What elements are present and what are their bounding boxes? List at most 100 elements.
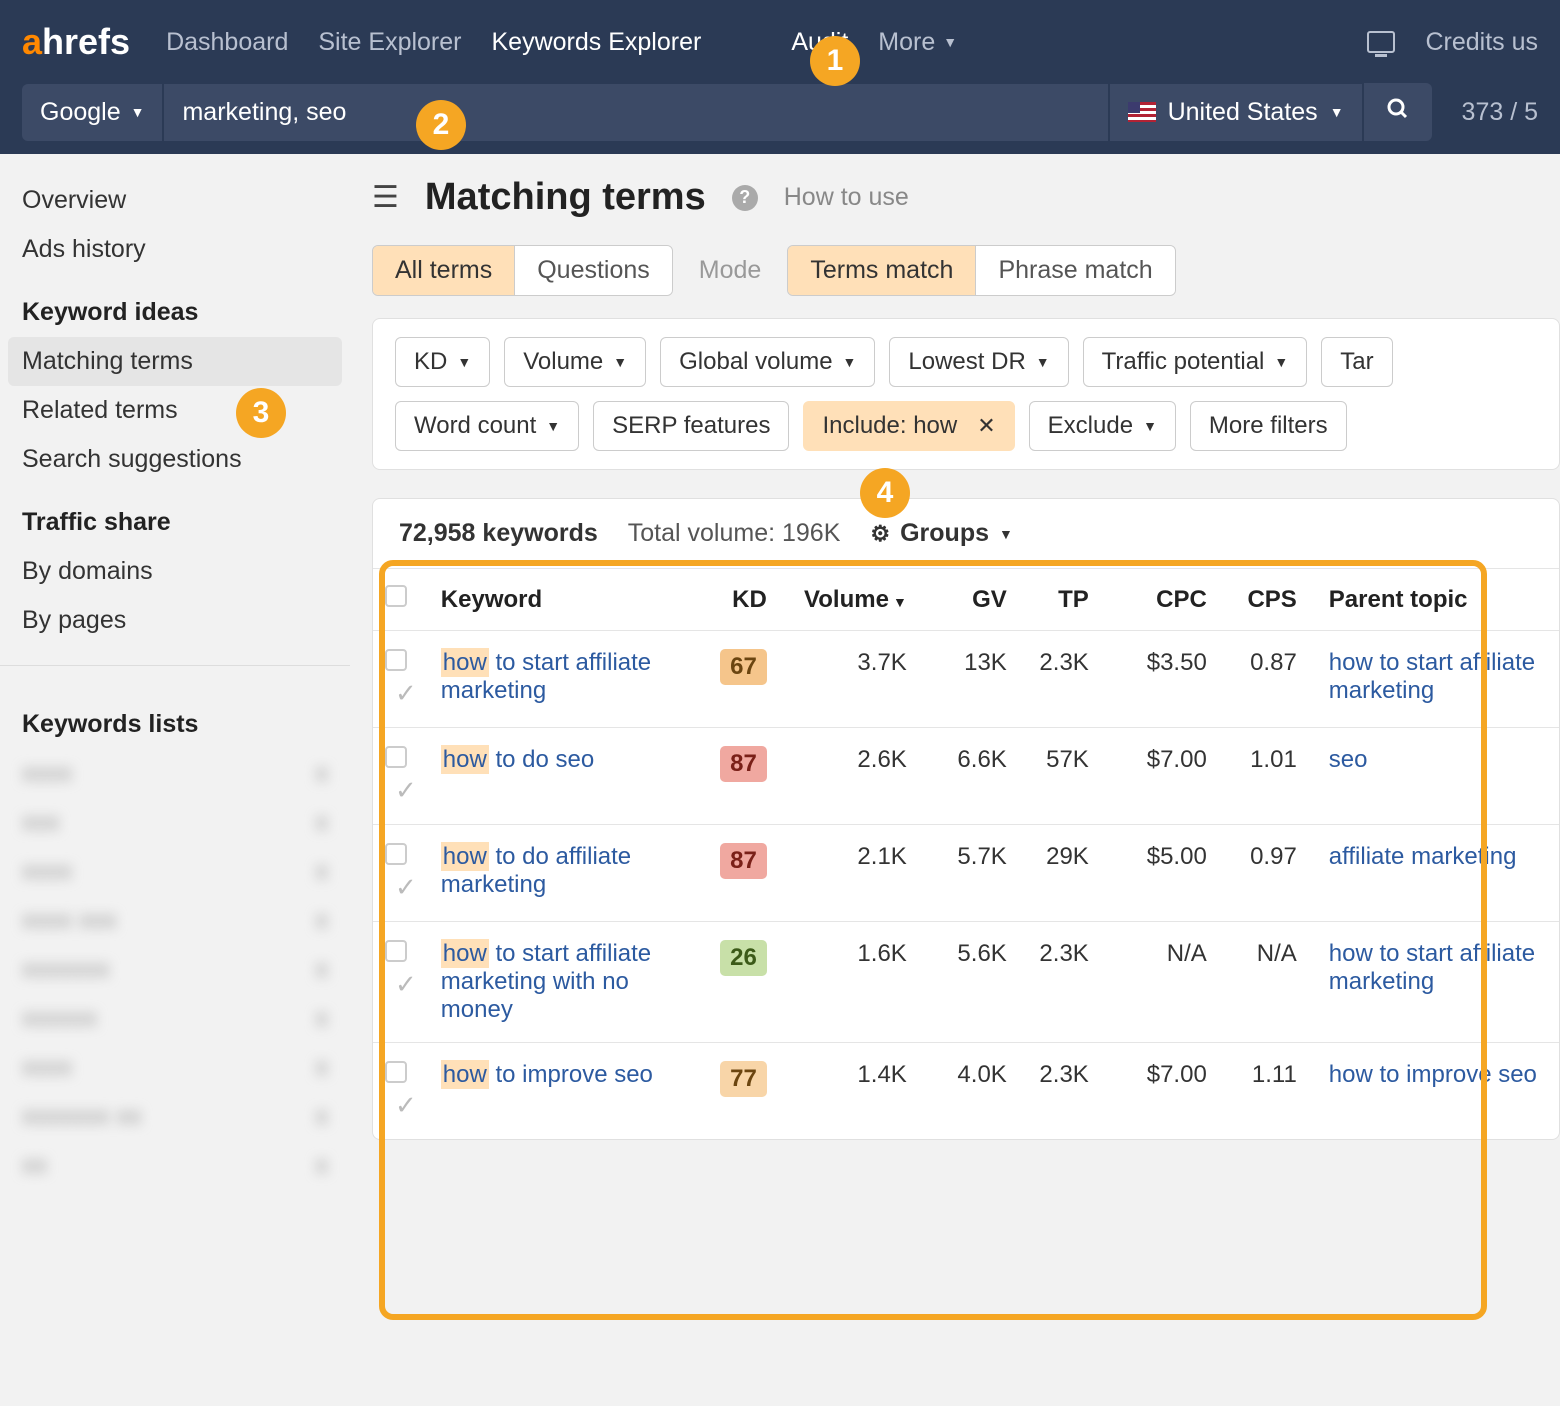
col-gv[interactable]: GV [919,569,1019,631]
row-checkbox[interactable] [385,746,407,768]
menu-icon[interactable]: ☰ [372,180,399,215]
filter-traffic-potential[interactable]: Traffic potential▼ [1083,337,1308,387]
tab-questions[interactable]: Questions [515,246,672,295]
sidebar-search-suggestions[interactable]: Search suggestions [0,435,350,484]
filter-volume-label: Volume [523,348,603,376]
table-row: ✓how to do affiliate marketing872.1K5.7K… [373,825,1559,922]
sidebar-by-pages[interactable]: By pages [0,596,350,645]
filter-target[interactable]: Tar [1321,337,1392,387]
parent-cell[interactable]: seo [1309,728,1559,825]
kd-badge: 87 [720,843,767,879]
cps-cell: 1.01 [1219,728,1309,825]
filter-global-volume[interactable]: Global volume▼ [660,337,875,387]
cps-cell: N/A [1219,922,1309,1043]
filter-lowest-dr[interactable]: Lowest DR▼ [889,337,1068,387]
search-engine-label: Google [40,98,121,127]
filter-more[interactable]: More filters [1190,401,1347,451]
tab-phrase-match[interactable]: Phrase match [976,246,1174,295]
sort-desc-icon: ▼ [893,594,907,610]
tab-all-terms[interactable]: All terms [373,246,515,295]
cpc-cell: $3.50 [1119,631,1219,728]
col-keyword[interactable]: Keyword [429,569,699,631]
results-count: 72,958 keywords [399,519,598,548]
keyword-cell[interactable]: how to improve seo [429,1043,699,1140]
row-checkbox[interactable] [385,843,407,865]
col-tp[interactable]: TP [1019,569,1119,631]
nav-more[interactable]: More ▼ [878,28,957,57]
close-icon[interactable]: ✕ [977,413,995,439]
content: ☰ Matching terms ? How to use All terms … [350,154,1560,1212]
nav-keywords-explorer[interactable]: Keywords Explorer [492,28,702,57]
how-to-use-link[interactable]: How to use [784,183,909,212]
country-select[interactable]: United States ▼ [1110,84,1362,141]
row-checkbox[interactable] [385,1061,407,1083]
groups-button[interactable]: ⚙ Groups ▼ [870,519,1013,548]
nav-site-explorer[interactable]: Site Explorer [318,28,461,57]
cpc-cell: N/A [1119,922,1219,1043]
search-engine-select[interactable]: Google ▼ [22,84,162,141]
filter-volume[interactable]: Volume▼ [504,337,646,387]
filter-kd[interactable]: KD ▼ [395,337,490,387]
sidebar-by-domains[interactable]: By domains [0,547,350,596]
credits-label[interactable]: Credits us [1425,28,1538,57]
tab-terms-match[interactable]: Terms match [788,246,976,295]
keyword-cell[interactable]: how to start affiliate marketing with no… [429,922,699,1043]
chevron-down-icon: ▼ [1330,104,1344,120]
gv-cell: 4.0K [919,1043,1019,1140]
filter-kd-label: KD [414,348,447,376]
kd-badge: 67 [720,649,767,685]
filter-exclude-label: Exclude [1048,412,1133,440]
cps-cell: 0.97 [1219,825,1309,922]
keyword-table: Keyword KD Volume▼ GV TP CPC CPS Parent … [373,568,1559,1139]
sidebar-ads-history[interactable]: Ads history [0,225,350,274]
check-icon: ✓ [395,1090,417,1120]
keyword-cell[interactable]: how to do affiliate marketing [429,825,699,922]
chevron-down-icon: ▼ [546,418,560,434]
filter-include-how[interactable]: Include: how ✕ [803,401,1014,451]
parent-cell[interactable]: how to improve seo [1309,1043,1559,1140]
col-volume-label: Volume [804,586,889,613]
row-checkbox[interactable] [385,649,407,671]
parent-cell[interactable]: affiliate marketing [1309,825,1559,922]
chevron-down-icon: ▼ [999,526,1013,542]
keyword-highlight: how [441,1060,489,1089]
chevron-down-icon: ▼ [457,354,471,370]
us-flag-icon [1128,102,1156,122]
keyword-input[interactable]: marketing, seo [164,84,1107,141]
filter-exclude[interactable]: Exclude▼ [1029,401,1176,451]
filter-gv-label: Global volume [679,348,832,376]
filters-panel: KD▼ Volume▼ Global volume▼ Lowest DR▼ Tr… [372,318,1560,470]
monitor-icon[interactable] [1367,31,1395,53]
filter-serp-features[interactable]: SERP features [593,401,789,451]
col-cpc[interactable]: CPC [1119,569,1219,631]
sidebar-heading-ideas: Keyword ideas [0,274,350,337]
filter-target-label: Tar [1340,348,1373,376]
kd-cell: 67 [699,631,779,728]
chevron-down-icon: ▼ [1274,354,1288,370]
logo[interactable]: ahrefs [22,21,130,63]
col-parent[interactable]: Parent topic [1309,569,1559,631]
parent-cell[interactable]: how to start affiliate marketing [1309,631,1559,728]
gv-cell: 5.6K [919,922,1019,1043]
col-cps[interactable]: CPS [1219,569,1309,631]
filter-wc-label: Word count [414,412,536,440]
table-row: ✓how to improve seo771.4K4.0K2.3K$7.001.… [373,1043,1559,1140]
help-icon[interactable]: ? [732,185,758,211]
check-icon: ✓ [395,969,417,999]
search-button[interactable] [1364,83,1432,141]
select-all-checkbox[interactable] [385,585,407,607]
sidebar-overview[interactable]: Overview [0,176,350,225]
keyword-cell[interactable]: how to start affiliate marketing [429,631,699,728]
col-kd[interactable]: KD [699,569,779,631]
sidebar-matching-terms[interactable]: Matching terms [8,337,342,386]
col-volume[interactable]: Volume▼ [779,569,919,631]
list-item: xxxx [0,798,350,847]
parent-cell[interactable]: how to start affiliate marketing [1309,922,1559,1043]
row-checkbox[interactable] [385,940,407,962]
filter-word-count[interactable]: Word count ▼ [395,401,579,451]
sidebar-related-terms[interactable]: Related terms [0,386,350,435]
check-icon: ✓ [395,775,417,805]
divider [0,665,350,666]
nav-dashboard[interactable]: Dashboard [166,28,288,57]
keyword-cell[interactable]: how to do seo [429,728,699,825]
